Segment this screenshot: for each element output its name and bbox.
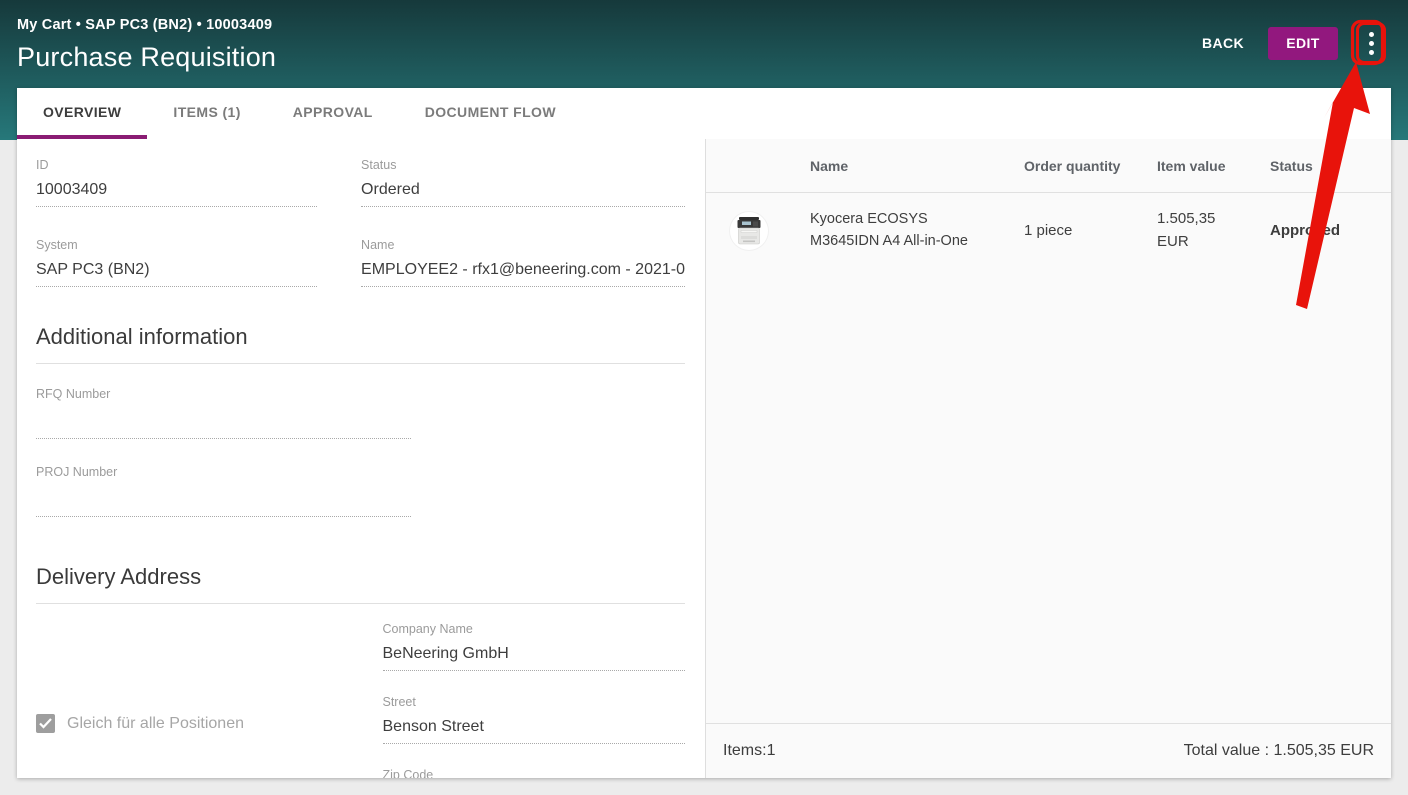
- same-address-checkbox-row: Gleich für alle Positionen: [36, 630, 339, 778]
- field-street-value[interactable]: Benson Street: [383, 718, 686, 744]
- items-panel: Name Order quantity Item value Status: [705, 139, 1391, 778]
- field-id: ID 10003409: [36, 158, 317, 207]
- field-proj-input[interactable]: [36, 479, 411, 517]
- header-actions: BACK EDIT: [1202, 26, 1386, 60]
- additional-information-title: Additional information: [36, 324, 685, 364]
- kebab-menu-button[interactable]: [1356, 22, 1386, 64]
- field-status-label: Status: [361, 158, 685, 172]
- check-icon: [39, 718, 52, 729]
- delivery-address-title: Delivery Address: [36, 564, 685, 604]
- kebab-vertical-icon: [1369, 50, 1374, 55]
- product-thumbnail[interactable]: [730, 212, 768, 250]
- printer-image: [736, 216, 762, 246]
- field-rfq-label: RFQ Number: [36, 387, 411, 401]
- field-company-label: Company Name: [383, 622, 686, 636]
- kebab-vertical-icon: [1369, 32, 1374, 37]
- same-address-checkbox-label: Gleich für alle Positionen: [67, 715, 244, 733]
- status-badge: Approved: [1270, 222, 1391, 239]
- field-zip-code: Zip Code 81737: [383, 768, 686, 778]
- overview-panel: ID 10003409 Status Ordered System SAP PC…: [17, 139, 705, 778]
- field-system-label: System: [36, 238, 317, 252]
- item-value: 1.505,35 EUR: [1157, 208, 1237, 253]
- breadcrumb: My Cart • SAP PC3 (BN2) • 10003409: [17, 17, 272, 33]
- field-rfq-input[interactable]: [36, 401, 411, 439]
- field-rfq-number: RFQ Number: [36, 387, 411, 439]
- items-count: Items:1: [723, 742, 775, 760]
- product-name: Kyocera ECOSYS M3645IDN A4 All-in-One: [810, 209, 1024, 251]
- column-header-name: Name: [810, 158, 1024, 174]
- field-status: Status Ordered: [361, 158, 685, 207]
- column-header-item-value: Item value: [1157, 158, 1270, 174]
- tab-approval[interactable]: APPROVAL: [267, 88, 399, 139]
- tab-document-flow[interactable]: DOCUMENT FLOW: [399, 88, 582, 139]
- field-id-value[interactable]: 10003409: [36, 181, 317, 207]
- field-name-value[interactable]: EMPLOYEE2 - rfx1@beneering.com - 2021-0: [361, 261, 685, 287]
- total-value: Total value : 1.505,35 EUR: [1184, 742, 1374, 760]
- field-id-label: ID: [36, 158, 317, 172]
- field-zip-label: Zip Code: [383, 768, 686, 778]
- order-quantity-value: 1 piece: [1024, 222, 1157, 239]
- field-name: Name EMPLOYEE2 - rfx1@beneering.com - 20…: [361, 238, 685, 287]
- column-header-order-quantity: Order quantity: [1024, 158, 1157, 174]
- edit-button[interactable]: EDIT: [1268, 27, 1338, 60]
- back-button[interactable]: BACK: [1202, 35, 1244, 51]
- field-status-value[interactable]: Ordered: [361, 181, 685, 207]
- table-row[interactable]: Kyocera ECOSYS M3645IDN A4 All-in-One 1 …: [706, 193, 1391, 268]
- requisition-card: OVERVIEW ITEMS (1) APPROVAL DOCUMENT FLO…: [17, 88, 1391, 778]
- field-system-value[interactable]: SAP PC3 (BN2): [36, 261, 317, 287]
- field-proj-label: PROJ Number: [36, 465, 411, 479]
- items-table-header: Name Order quantity Item value Status: [706, 139, 1391, 193]
- field-name-label: Name: [361, 238, 685, 252]
- tab-overview[interactable]: OVERVIEW: [17, 88, 147, 139]
- tab-items[interactable]: ITEMS (1): [147, 88, 266, 139]
- field-street: Street Benson Street: [383, 695, 686, 744]
- page-title: Purchase Requisition: [17, 42, 276, 73]
- field-street-label: Street: [383, 695, 686, 709]
- same-address-checkbox[interactable]: [36, 714, 55, 733]
- field-company-value[interactable]: BeNeering GmbH: [383, 645, 686, 671]
- column-header-status: Status: [1270, 158, 1391, 174]
- items-summary-bar: Items:1 Total value : 1.505,35 EUR: [706, 723, 1391, 778]
- kebab-vertical-icon: [1369, 41, 1374, 46]
- field-company-name: Company Name BeNeering GmbH: [383, 622, 686, 671]
- tab-bar: OVERVIEW ITEMS (1) APPROVAL DOCUMENT FLO…: [17, 88, 1391, 139]
- field-proj-number: PROJ Number: [36, 465, 411, 517]
- field-system: System SAP PC3 (BN2): [36, 238, 317, 287]
